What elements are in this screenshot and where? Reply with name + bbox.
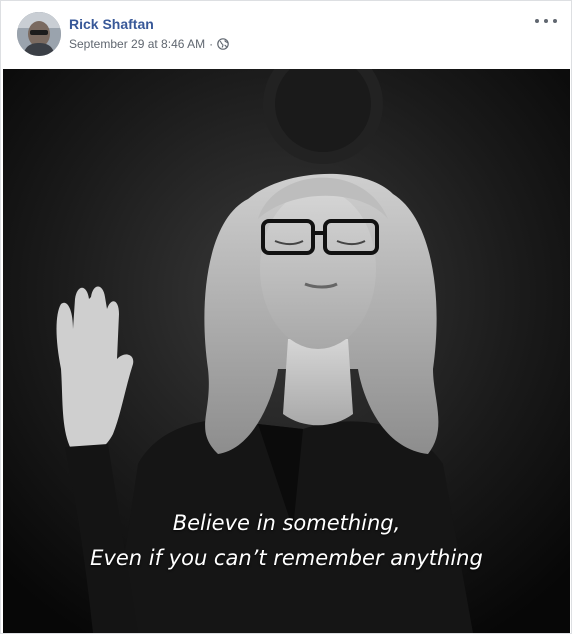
photo-caption-line-2: Even if you can’t remember anything [90,546,483,570]
post-meta: September 29 at 8:46 AM · [69,36,229,52]
more-options-icon[interactable] [535,13,557,29]
avatar-image [17,12,61,56]
globe-icon[interactable] [217,38,229,50]
post-timestamp[interactable]: September 29 at 8:46 AM [69,36,205,52]
post-header: Rick Shaftan September 29 at 8:46 AM · [1,1,571,69]
author-name[interactable]: Rick Shaftan [69,15,154,33]
post-photo[interactable]: Believe in something, Even if you can’t … [3,69,570,633]
post-card: Rick Shaftan September 29 at 8:46 AM · B… [0,0,572,634]
more-dot [553,19,557,23]
avatar[interactable] [17,12,61,56]
meta-separator: · [209,37,214,51]
more-dot [544,19,548,23]
more-dot [535,19,539,23]
photo-caption-line-1: Believe in something, [172,511,401,535]
